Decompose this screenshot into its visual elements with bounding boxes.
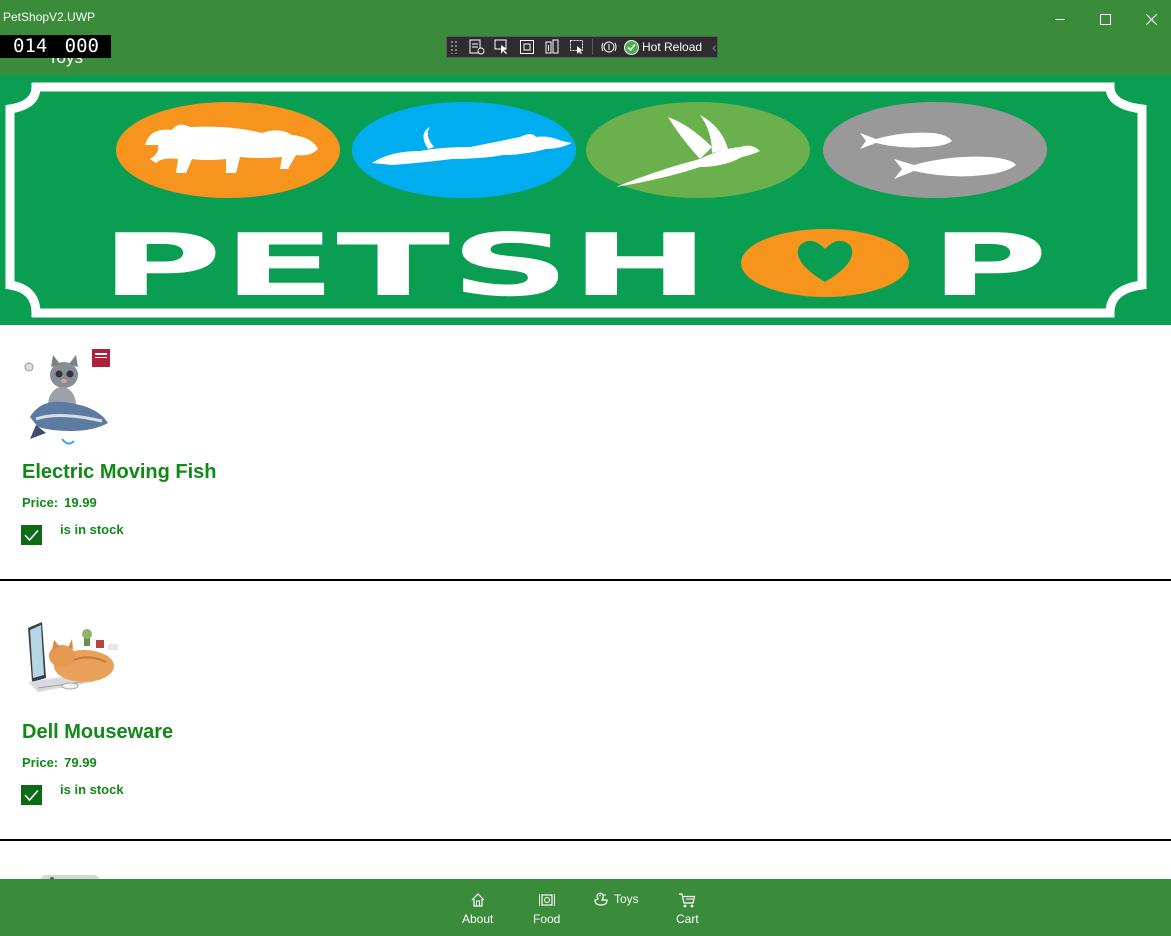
toolbar-grip[interactable] [450, 40, 458, 54]
nav-about-label: About [462, 912, 494, 926]
nav-food-button[interactable]: Food [533, 890, 560, 926]
collapse-toolbar-icon[interactable]: ‹ [712, 39, 717, 55]
window-title: PetShopV2.UWP [3, 10, 96, 24]
track-focus-icon [545, 39, 558, 54]
cart-icon [678, 890, 696, 910]
product-image [22, 347, 112, 451]
in-stock-checkbox[interactable] [21, 525, 42, 545]
logo-text-p: P [930, 216, 1048, 316]
price-label: Price: [22, 755, 59, 770]
hot-reload-label: Hot Reload [642, 40, 703, 54]
minimize-icon [1055, 19, 1065, 20]
nav-food-label: Food [533, 912, 561, 926]
petshop-banner: PETSH P [0, 75, 1171, 325]
xaml-debug-toolbar: Hot Reload ‹ [446, 36, 718, 58]
product-image [22, 620, 122, 696]
item-divider [0, 579, 1171, 581]
price-value: 79.99 [64, 755, 97, 770]
close-button[interactable] [1128, 4, 1171, 34]
cat-with-laptop-image [22, 620, 122, 696]
hot-reload-check-icon [624, 39, 639, 55]
duck-toy-icon [592, 889, 610, 909]
display-layout-adorners-icon [519, 40, 534, 54]
select-element-button[interactable] [489, 37, 514, 57]
product-name: Dell Mouseware [22, 721, 174, 743]
bottom-navigation: About Food Toys Cart [0, 879, 1171, 936]
maximize-icon [1099, 13, 1111, 25]
hot-reload-indicator[interactable]: Hot Reload ‹ [621, 37, 717, 57]
price-row: Price: 79.99 [22, 755, 97, 770]
in-stock-label: is in stock [60, 522, 124, 537]
product-name: Electric Moving Fish [22, 461, 217, 483]
accessibility-button[interactable] [596, 37, 621, 57]
nav-toys-button[interactable]: Toys [592, 889, 639, 909]
list-item[interactable]: Dell Mouseware Price: 79.99 is in stock [0, 582, 1171, 840]
nav-cart-button[interactable]: Cart [676, 890, 699, 926]
close-icon [1145, 13, 1157, 25]
nav-about-button[interactable]: About [462, 890, 493, 926]
minimize-button[interactable] [1037, 4, 1083, 34]
logo-text-petsh: PETSH [100, 216, 710, 316]
maximize-button[interactable] [1082, 4, 1128, 34]
petshop-logo: PETSH P [0, 75, 1171, 325]
live-visual-tree-icon [469, 39, 484, 55]
cat-with-fish-toy-image [22, 347, 112, 451]
binding-failures-icon [569, 40, 583, 54]
accessibility-icon [601, 41, 616, 53]
display-adorners-button[interactable] [514, 37, 539, 57]
nav-cart-label: Cart [676, 912, 699, 926]
item-divider [0, 839, 1171, 841]
frame-rate-counter: 014 000 [0, 35, 111, 58]
binding-failures-button[interactable] [564, 37, 589, 57]
in-stock-checkbox[interactable] [21, 785, 42, 805]
list-item[interactable]: Electric Moving Fish Price: 19.99 is in s… [0, 325, 1171, 582]
price-row: Price: 19.99 [22, 495, 97, 510]
track-focus-button[interactable] [539, 37, 564, 57]
food-bowl-icon [538, 890, 556, 910]
frame-counter-right: 000 [64, 35, 99, 57]
title-bar[interactable]: PetShopV2.UWP Toys 014 000 [0, 0, 1171, 75]
product-image [40, 872, 102, 879]
home-icon [470, 890, 486, 910]
frame-counter-left: 014 [13, 35, 48, 57]
live-visual-tree-button[interactable] [464, 37, 489, 57]
list-item[interactable] [0, 842, 1171, 879]
in-stock-label: is in stock [60, 782, 124, 797]
checkmark-icon [24, 529, 39, 541]
toolbar-separator [592, 39, 593, 55]
checkmark-icon [24, 789, 39, 801]
product-list[interactable]: Electric Moving Fish Price: 19.99 is in s… [0, 325, 1171, 879]
nav-toys-label: Toys [614, 892, 639, 906]
select-element-icon [494, 39, 507, 54]
app-window: PetShopV2.UWP Toys 014 000 [0, 0, 1171, 936]
fish-circle [823, 102, 1047, 198]
price-label: Price: [22, 495, 59, 510]
price-value: 19.99 [64, 495, 97, 510]
